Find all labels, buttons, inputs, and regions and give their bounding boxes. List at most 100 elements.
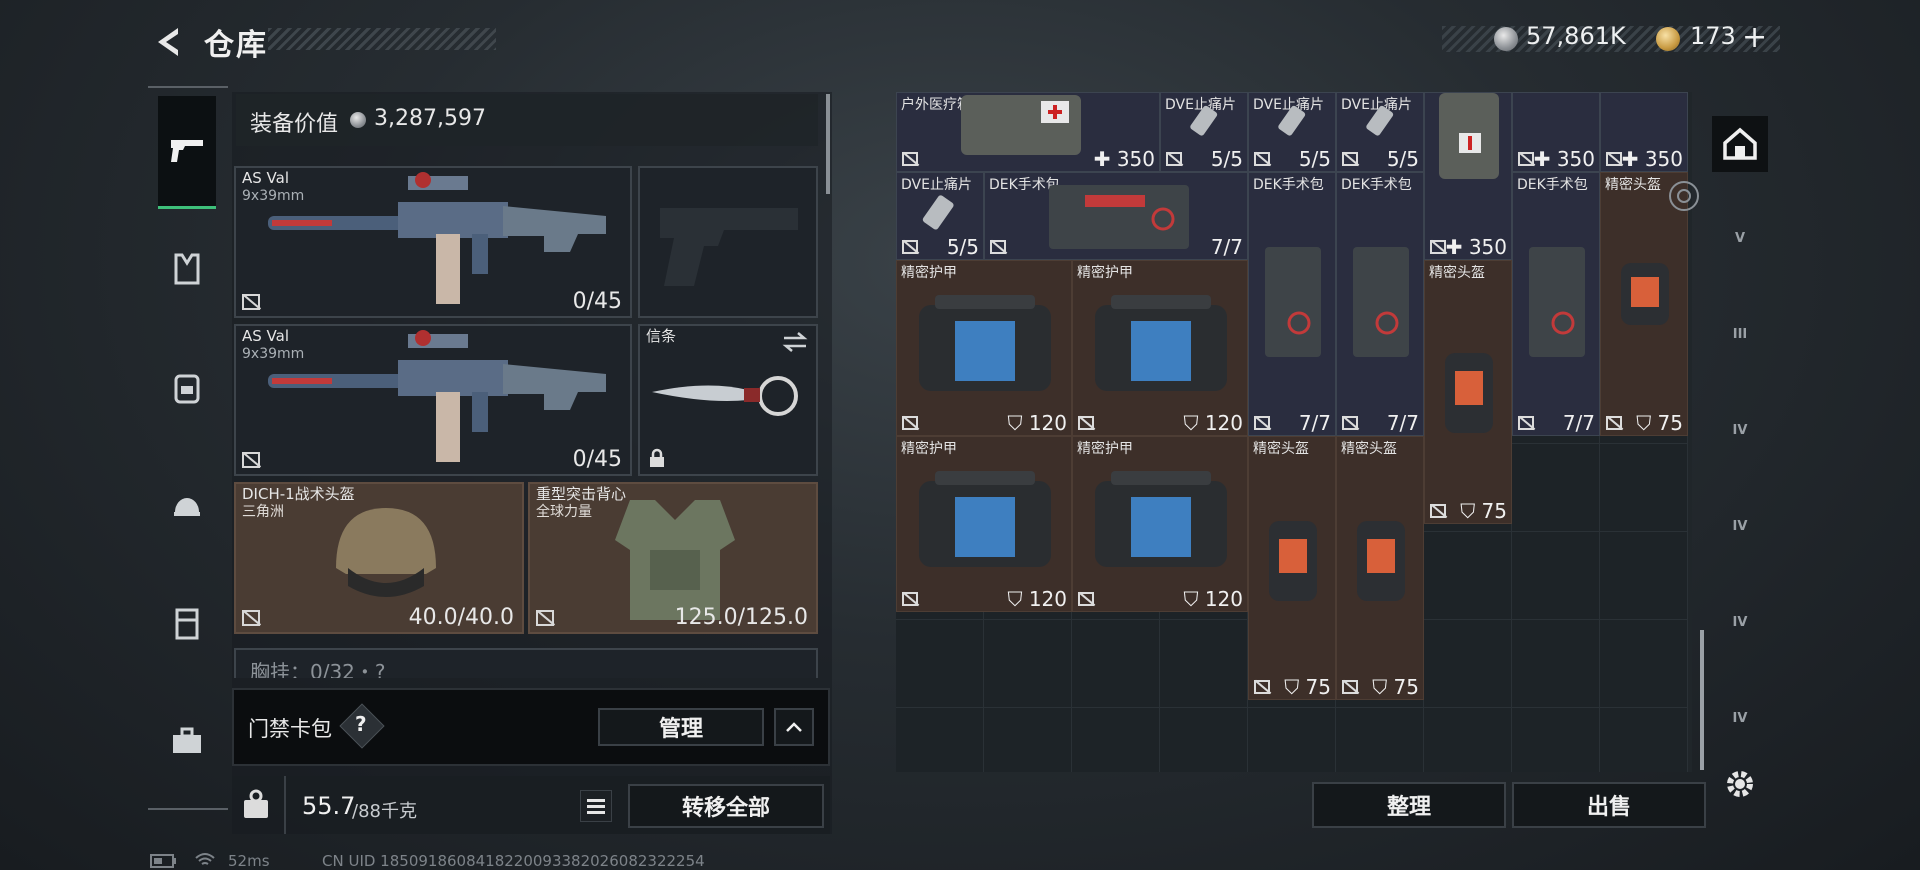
back-button[interactable]	[150, 22, 190, 62]
tab-helmet[interactable]	[158, 476, 216, 534]
helmet-slot[interactable]: DICH-1战术头盔 三角洲 40.0/40.0	[234, 482, 524, 634]
stash-grid-cell[interactable]	[1600, 708, 1688, 772]
helmet-sub: 三角洲	[242, 504, 284, 520]
chest-rig-slot[interactable]: 胸挂：0/32・?	[234, 648, 818, 678]
stash-grid-cell[interactable]	[1160, 708, 1248, 772]
stash-grid-cell[interactable]	[1336, 708, 1424, 772]
plus-icon: ✚	[1621, 147, 1645, 171]
stash-item-outdoor-medkit[interactable]: 户外医疗箱 ✚ 350	[896, 92, 1160, 172]
stash-grid-cell[interactable]	[1512, 708, 1600, 772]
item-name: 精密头盔	[1605, 177, 1661, 193]
stash-grid-cell[interactable]	[984, 708, 1072, 772]
melee-slot[interactable]: 信条	[638, 324, 818, 476]
shield-icon: ⛉	[1183, 587, 1205, 611]
card-pack-label: 门禁卡包	[248, 717, 332, 741]
surgical-kit-icon	[1353, 247, 1409, 357]
primary-weapon-slot-1[interactable]: AS Val 9x39mm 0/45	[234, 166, 632, 318]
stash-item-dve-painkiller[interactable]: DVE止痛片 5/5	[896, 172, 984, 260]
settings-button[interactable]	[1722, 766, 1758, 806]
stash-grid-cell[interactable]	[1512, 620, 1600, 708]
silver-currency-value: 57,861K	[1526, 22, 1626, 50]
equipment-scrollbar[interactable]	[826, 94, 830, 194]
tab-stash-4c[interactable]: IV	[1712, 594, 1768, 650]
transfer-all-button[interactable]: 转移全部	[628, 784, 824, 828]
pistol-icon	[171, 140, 203, 162]
stash-grid-cell[interactable]	[1512, 444, 1600, 532]
tab-backpack[interactable]	[158, 358, 216, 416]
stash-item-dek-surgical-kit[interactable]: DEK手术包 7/7	[984, 172, 1248, 260]
lock-icon	[650, 448, 664, 467]
manage-button[interactable]: 管理	[598, 708, 764, 746]
stash-grid-cell[interactable]	[1600, 444, 1688, 532]
swap-icon[interactable]	[782, 332, 808, 352]
item-value-text: 350	[1116, 147, 1155, 171]
gold-currency-value: 173	[1690, 22, 1736, 50]
stash-item-dek-surgical-kit[interactable]: DEK手术包 7/7	[1248, 172, 1336, 436]
stash-grid-cell[interactable]	[1160, 620, 1248, 708]
stash-scrollbar[interactable]	[1700, 630, 1704, 770]
stash-item-precision-armor[interactable]: 精密护甲 ⛉ 120	[896, 260, 1072, 436]
stash-grid-cell[interactable]	[896, 708, 984, 772]
item-value-text: 120	[1204, 587, 1243, 611]
stash-grid-cell[interactable]	[1600, 620, 1688, 708]
stash-grid-cell[interactable]	[896, 620, 984, 708]
tab-stash-3[interactable]: III	[1712, 306, 1768, 362]
tab-weapons[interactable]	[158, 96, 216, 209]
item-value: ⛉ 75	[1636, 411, 1683, 435]
stash-item-medical[interactable]: ✚ 350	[1600, 92, 1688, 172]
no-insure-icon	[1254, 152, 1270, 166]
stash-item-dve-painkiller[interactable]: DVE止痛片 5/5	[1248, 92, 1336, 172]
item-name: DEK手术包	[1341, 177, 1412, 193]
stash-item-precision-armor[interactable]: 精密护甲 ⛉ 120	[896, 436, 1072, 612]
stash-grid-cell[interactable]	[1072, 620, 1160, 708]
sell-button[interactable]: 出售	[1512, 782, 1706, 828]
add-currency-icon[interactable]: +	[1742, 20, 1767, 55]
tab-stash-home[interactable]	[1712, 116, 1768, 172]
tab-stash-5[interactable]: V	[1712, 210, 1768, 266]
item-value: ✚ 350	[1446, 235, 1507, 259]
tab-armor[interactable]	[158, 240, 216, 298]
item-value: ⛉ 75	[1460, 499, 1507, 523]
tab-stash-4b[interactable]: IV	[1712, 498, 1768, 554]
pistol-slot[interactable]	[638, 166, 818, 318]
sort-button[interactable]: 整理	[1312, 782, 1506, 828]
stash-grid-cell[interactable]	[1600, 532, 1688, 620]
precision-helmet-icon	[1445, 353, 1493, 433]
stash-item-precision-helmet[interactable]: 精密头盔 ⛉ 75	[1336, 436, 1424, 700]
stash-item-precision-armor[interactable]: 精密护甲 ⛉ 120	[1072, 436, 1248, 612]
stash-item-dve-painkiller[interactable]: DVE止痛片 5/5	[1160, 92, 1248, 172]
stash-item-medkit-tall[interactable]: ✚ 350	[1424, 92, 1512, 260]
stash-grid-cell[interactable]	[1424, 620, 1512, 708]
no-insure-icon	[1078, 592, 1094, 606]
medkit-pouch-icon	[1439, 93, 1499, 179]
tab-stash-4d[interactable]: IV	[1712, 690, 1768, 746]
stash-grid-cell[interactable]	[1424, 532, 1512, 620]
armor-slot[interactable]: 重型突击背心 全球力量 125.0/125.0	[528, 482, 818, 634]
tab-case[interactable]	[158, 712, 216, 770]
medkit-bag-icon	[961, 95, 1081, 155]
primary-weapon-slot-2[interactable]: AS Val 9x39mm 0/45	[234, 324, 632, 476]
stash-grid-cell[interactable]	[1072, 708, 1160, 772]
tab-stash-4a[interactable]: IV	[1712, 402, 1768, 458]
stash-grid-cell[interactable]	[1248, 708, 1336, 772]
stash-item-medical[interactable]: ✚ 350	[1512, 92, 1600, 172]
no-insure-icon	[1342, 416, 1358, 430]
stash-grid-cell[interactable]	[1424, 708, 1512, 772]
no-insure-icon	[1430, 240, 1446, 254]
list-view-button[interactable]	[580, 790, 612, 822]
stash-item-dve-painkiller[interactable]: DVE止痛片 5/5	[1336, 92, 1424, 172]
stash-item-precision-helmet[interactable]: 精密头盔 ⛉ 75	[1424, 260, 1512, 524]
weight-divider	[284, 776, 286, 834]
stash-item-precision-helmet[interactable]: 精密头盔 ⛉ 75	[1248, 436, 1336, 700]
stash-item-precision-armor[interactable]: 精密护甲 ⛉ 120	[1072, 260, 1248, 436]
no-insure-icon	[536, 610, 554, 626]
item-value: ✚ 350	[1534, 147, 1595, 171]
tab-rig[interactable]	[158, 594, 216, 652]
expand-card-pack-button[interactable]	[774, 708, 814, 746]
gold-coin-icon	[1656, 27, 1680, 51]
stash-grid-cell[interactable]	[984, 620, 1072, 708]
value-coin-icon	[350, 112, 366, 128]
stash-item-dek-surgical-kit[interactable]: DEK手术包 7/7	[1336, 172, 1424, 436]
stash-grid-cell[interactable]	[1512, 532, 1600, 620]
stash-item-dek-surgical-kit[interactable]: DEK手术包 7/7	[1512, 172, 1600, 436]
